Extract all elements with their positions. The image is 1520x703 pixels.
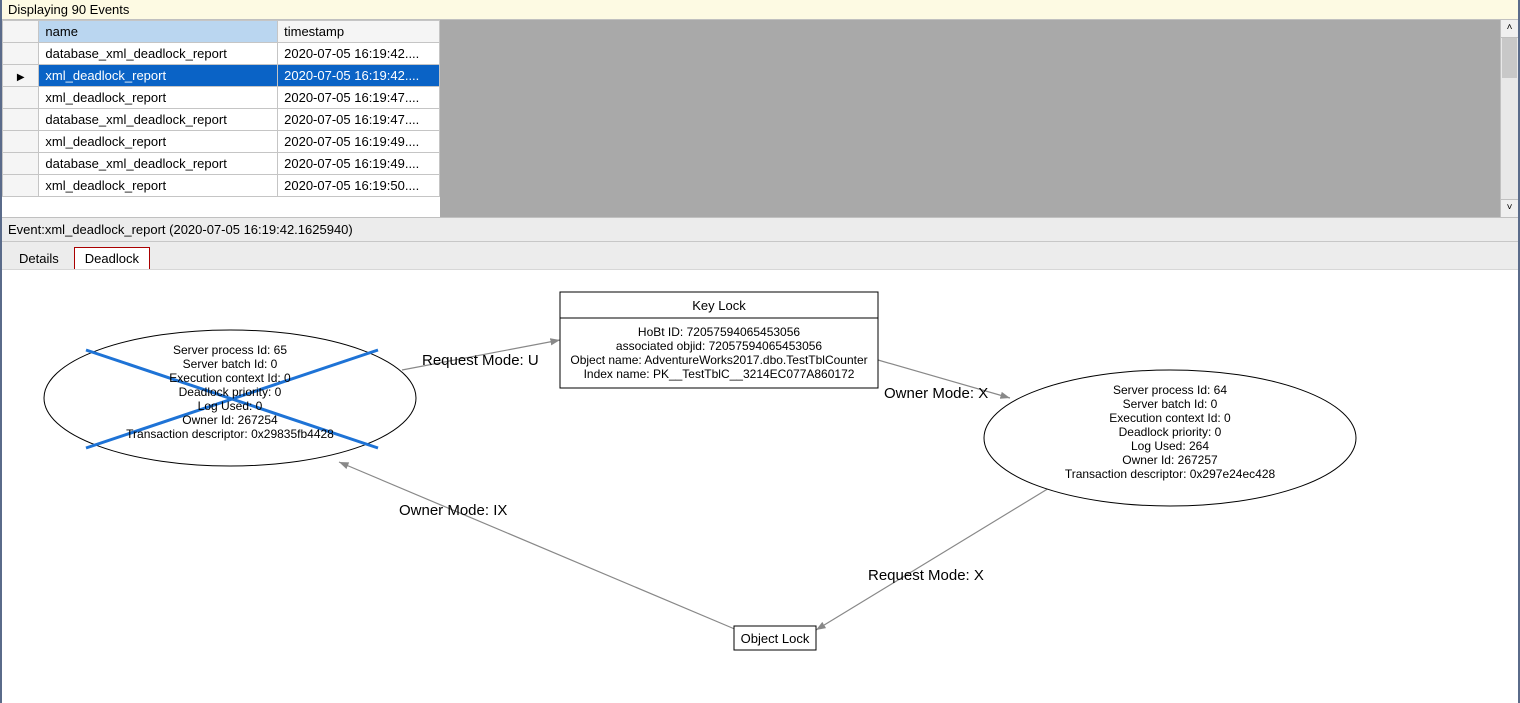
tab-deadlock[interactable]: Deadlock [74,247,150,270]
cell-name: database_xml_deadlock_report [39,43,278,65]
scroll-track[interactable] [1501,38,1518,199]
scroll-thumb[interactable] [1502,38,1517,78]
cell-timestamp: 2020-07-05 16:19:42.... [278,65,440,87]
cell-name: database_xml_deadlock_report [39,109,278,131]
grid-corner[interactable] [3,21,39,43]
cell-timestamp: 2020-07-05 16:19:47.... [278,87,440,109]
cell-name: xml_deadlock_report [39,65,278,87]
tab-details[interactable]: Details [8,247,70,270]
label-owner-x: Owner Mode: X [884,385,988,402]
row-indicator [3,87,39,109]
status-bar: Displaying 90 Events [2,0,1518,20]
object-lock-title: Object Lock [741,631,810,646]
events-grid-area: name timestamp database_xml_deadlock_rep… [2,20,1518,218]
event-heading: Event:xml_deadlock_report (2020-07-05 16… [2,218,1518,242]
cell-timestamp: 2020-07-05 16:19:47.... [278,109,440,131]
label-owner-ix: Owner Mode: IX [399,502,507,519]
scroll-down-button[interactable]: ˅ [1501,199,1518,217]
edge-request-x [816,482,1059,630]
scrollbar-vertical[interactable]: ˄ ˅ [1500,20,1518,217]
cell-timestamp: 2020-07-05 16:19:49.... [278,131,440,153]
label-request-u: Request Mode: U [422,352,539,369]
key-lock-title: Key Lock [692,298,746,313]
table-row[interactable]: xml_deadlock_report2020-07-05 16:19:47..… [3,87,440,109]
row-indicator: ▶ [3,65,39,87]
table-row[interactable]: database_xml_deadlock_report2020-07-05 1… [3,109,440,131]
table-row[interactable]: ▶xml_deadlock_report2020-07-05 16:19:42.… [3,65,440,87]
column-header-name[interactable]: name [39,21,278,43]
table-row[interactable]: database_xml_deadlock_report2020-07-05 1… [3,43,440,65]
cell-name: xml_deadlock_report [39,175,278,197]
table-row[interactable]: xml_deadlock_report2020-07-05 16:19:49..… [3,131,440,153]
row-indicator [3,153,39,175]
label-request-x: Request Mode: X [868,567,984,584]
cell-timestamp: 2020-07-05 16:19:42.... [278,43,440,65]
cell-name: xml_deadlock_report [39,131,278,153]
cell-name: xml_deadlock_report [39,87,278,109]
events-grid[interactable]: name timestamp database_xml_deadlock_rep… [2,20,440,217]
deadlock-graph-panel: Request Mode: U Owner Mode: X Owner Mode… [2,269,1518,689]
row-indicator [3,131,39,153]
grid-filler: ˄ ˅ [440,20,1518,217]
row-indicator [3,175,39,197]
table-row[interactable]: database_xml_deadlock_report2020-07-05 1… [3,153,440,175]
row-indicator [3,109,39,131]
edge-owner-ix [339,462,737,630]
deadlock-graph: Request Mode: U Owner Mode: X Owner Mode… [2,270,1518,689]
table-row[interactable]: xml_deadlock_report2020-07-05 16:19:50..… [3,175,440,197]
row-indicator [3,43,39,65]
cell-timestamp: 2020-07-05 16:19:50.... [278,175,440,197]
column-header-timestamp[interactable]: timestamp [278,21,440,43]
scroll-up-button[interactable]: ˄ [1501,20,1518,38]
cell-name: database_xml_deadlock_report [39,153,278,175]
cell-timestamp: 2020-07-05 16:19:49.... [278,153,440,175]
tab-strip: Details Deadlock [2,242,1518,269]
